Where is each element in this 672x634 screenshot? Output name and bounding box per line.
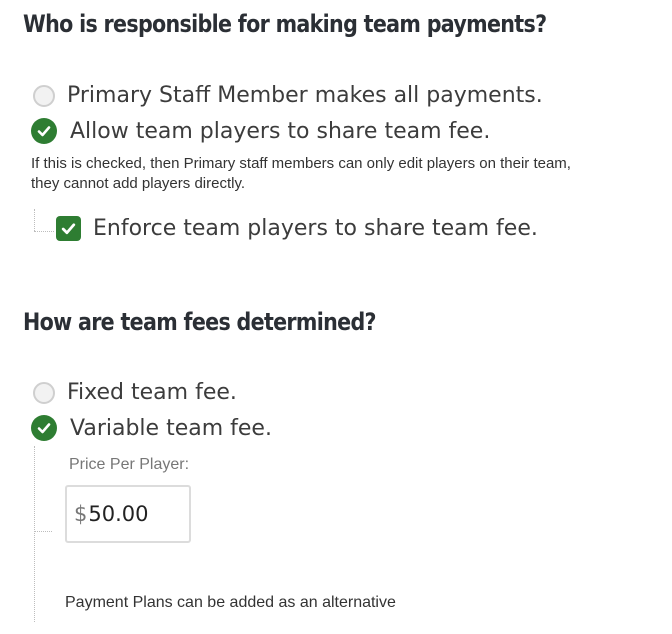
radio-option-fixed-fee[interactable]: Fixed team fee. [33,380,237,405]
tree-connector-horizontal [34,231,54,232]
checkbox-option-enforce[interactable]: Enforce team players to share team fee. [56,216,538,241]
share-fee-note-line2: they cannot add players directly. [31,175,246,192]
radio-unchecked-icon[interactable] [33,84,55,107]
radio-label-primary-staff: Primary Staff Member makes all payments. [67,83,543,108]
radio-option-share-fee[interactable]: Allow team players to share team fee. [31,118,490,144]
share-fee-note: If this is checked, then Primary staff m… [31,154,571,194]
radio-label-share-fee: Allow team players to share team fee. [70,118,491,144]
tree-connector-vertical [34,209,35,231]
share-fee-note-line1: If this is checked, then Primary staff m… [31,155,571,172]
currency-symbol: $ [74,502,88,526]
radio-label-fixed-fee: Fixed team fee. [67,380,237,405]
price-per-player-label: Price Per Player: [69,456,190,473]
variable-fee-connector-vertical [34,446,35,622]
payments-heading: Who is responsible for making team payme… [23,10,547,38]
radio-checked-icon[interactable] [31,415,57,441]
radio-option-variable-fee[interactable]: Variable team fee. [31,415,272,441]
variable-fee-connector-horizontal [34,531,52,532]
checkbox-checked-icon[interactable] [56,216,81,241]
price-value[interactable]: 50.00 [88,502,148,526]
checkbox-label-enforce: Enforce team players to share team fee. [93,216,538,241]
price-per-player-input[interactable]: $ 50.00 [65,485,191,543]
fees-heading: How are team fees determined? [23,308,377,336]
radio-unchecked-icon[interactable] [33,381,55,404]
payment-plans-note: Payment Plans can be added as an alterna… [65,594,396,611]
radio-option-primary-staff[interactable]: Primary Staff Member makes all payments. [33,83,543,108]
radio-label-variable-fee: Variable team fee. [70,415,272,441]
radio-checked-icon[interactable] [31,118,57,144]
